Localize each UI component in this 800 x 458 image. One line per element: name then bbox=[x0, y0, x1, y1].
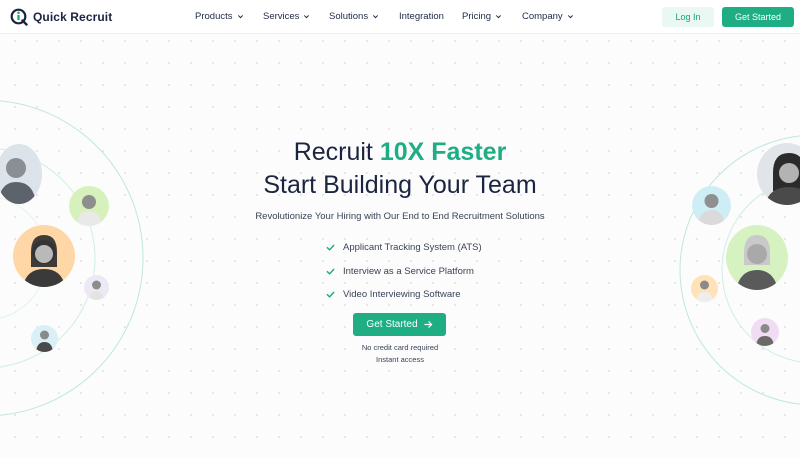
no-credit-card-note: No credit card required bbox=[361, 343, 439, 352]
candidate-avatar bbox=[84, 275, 109, 300]
nav-services[interactable]: Services bbox=[263, 11, 329, 22]
cta-label: Get Started bbox=[366, 319, 418, 330]
nav-label: Products bbox=[195, 11, 233, 22]
login-button[interactable]: Log In bbox=[662, 7, 714, 27]
feature-label: Interview as a Service Platform bbox=[343, 265, 474, 277]
nav-integration[interactable]: Integration bbox=[399, 11, 462, 22]
hero-subtitle: Revolutionize Your Hiring with Our End t… bbox=[255, 211, 545, 222]
feature-label: Video Interviewing Software bbox=[343, 289, 461, 301]
brand-logo[interactable]: Quick Recruit bbox=[10, 8, 112, 26]
nav-label: Solutions bbox=[329, 11, 369, 22]
feature-item: Video Interviewing Software bbox=[326, 283, 482, 307]
candidate-avatar bbox=[13, 225, 75, 287]
candidate-avatar bbox=[691, 275, 718, 302]
candidate-avatar bbox=[751, 318, 779, 346]
nav-label: Company bbox=[522, 11, 563, 22]
check-icon bbox=[326, 291, 335, 298]
instant-access-note: Instant access bbox=[376, 355, 424, 364]
nav-label: Pricing bbox=[462, 11, 492, 22]
feature-item: Interview as a Service Platform bbox=[326, 260, 482, 284]
check-icon bbox=[326, 268, 335, 275]
nav-company[interactable]: Company bbox=[522, 11, 582, 22]
feature-item: Applicant Tracking System (ATS) bbox=[326, 236, 482, 260]
get-started-nav-button[interactable]: Get Started bbox=[722, 7, 794, 27]
nav-solutions[interactable]: Solutions bbox=[329, 11, 399, 22]
chevron-down-icon bbox=[373, 15, 379, 19]
hero-title-line-2: Start Building Your Team bbox=[263, 171, 537, 199]
get-started-cta-button[interactable]: Get Started bbox=[353, 313, 446, 336]
hero-title-line-1: Recruit 10X Faster bbox=[0, 136, 800, 168]
top-navbar: Quick Recruit Products Services Solution… bbox=[0, 0, 800, 34]
chevron-down-icon bbox=[496, 15, 502, 19]
brand-name: Quick Recruit bbox=[33, 10, 113, 24]
main-navigation: Products Services Solutions Integration … bbox=[195, 11, 582, 22]
check-icon bbox=[326, 244, 335, 251]
landing-page: Quick Recruit Products Services Solution… bbox=[0, 0, 800, 458]
nav-label: Services bbox=[263, 11, 300, 22]
nav-label: Integration bbox=[399, 11, 444, 22]
chevron-down-icon bbox=[237, 15, 243, 19]
arrow-right-icon bbox=[423, 321, 432, 328]
hero-title-prefix: Recruit bbox=[293, 138, 380, 166]
nav-products[interactable]: Products bbox=[195, 11, 263, 22]
chevron-down-icon bbox=[304, 15, 310, 19]
hero-title-accent: 10X Faster bbox=[379, 138, 507, 166]
quick-recruit-logo-icon bbox=[10, 8, 28, 26]
nav-pricing[interactable]: Pricing bbox=[462, 11, 522, 22]
feature-label: Applicant Tracking System (ATS) bbox=[343, 242, 482, 254]
decorative-orbits bbox=[0, 100, 800, 416]
candidate-avatar bbox=[726, 225, 788, 290]
chevron-down-icon bbox=[567, 15, 573, 19]
feature-list: Applicant Tracking System (ATS) Intervie… bbox=[326, 236, 482, 307]
